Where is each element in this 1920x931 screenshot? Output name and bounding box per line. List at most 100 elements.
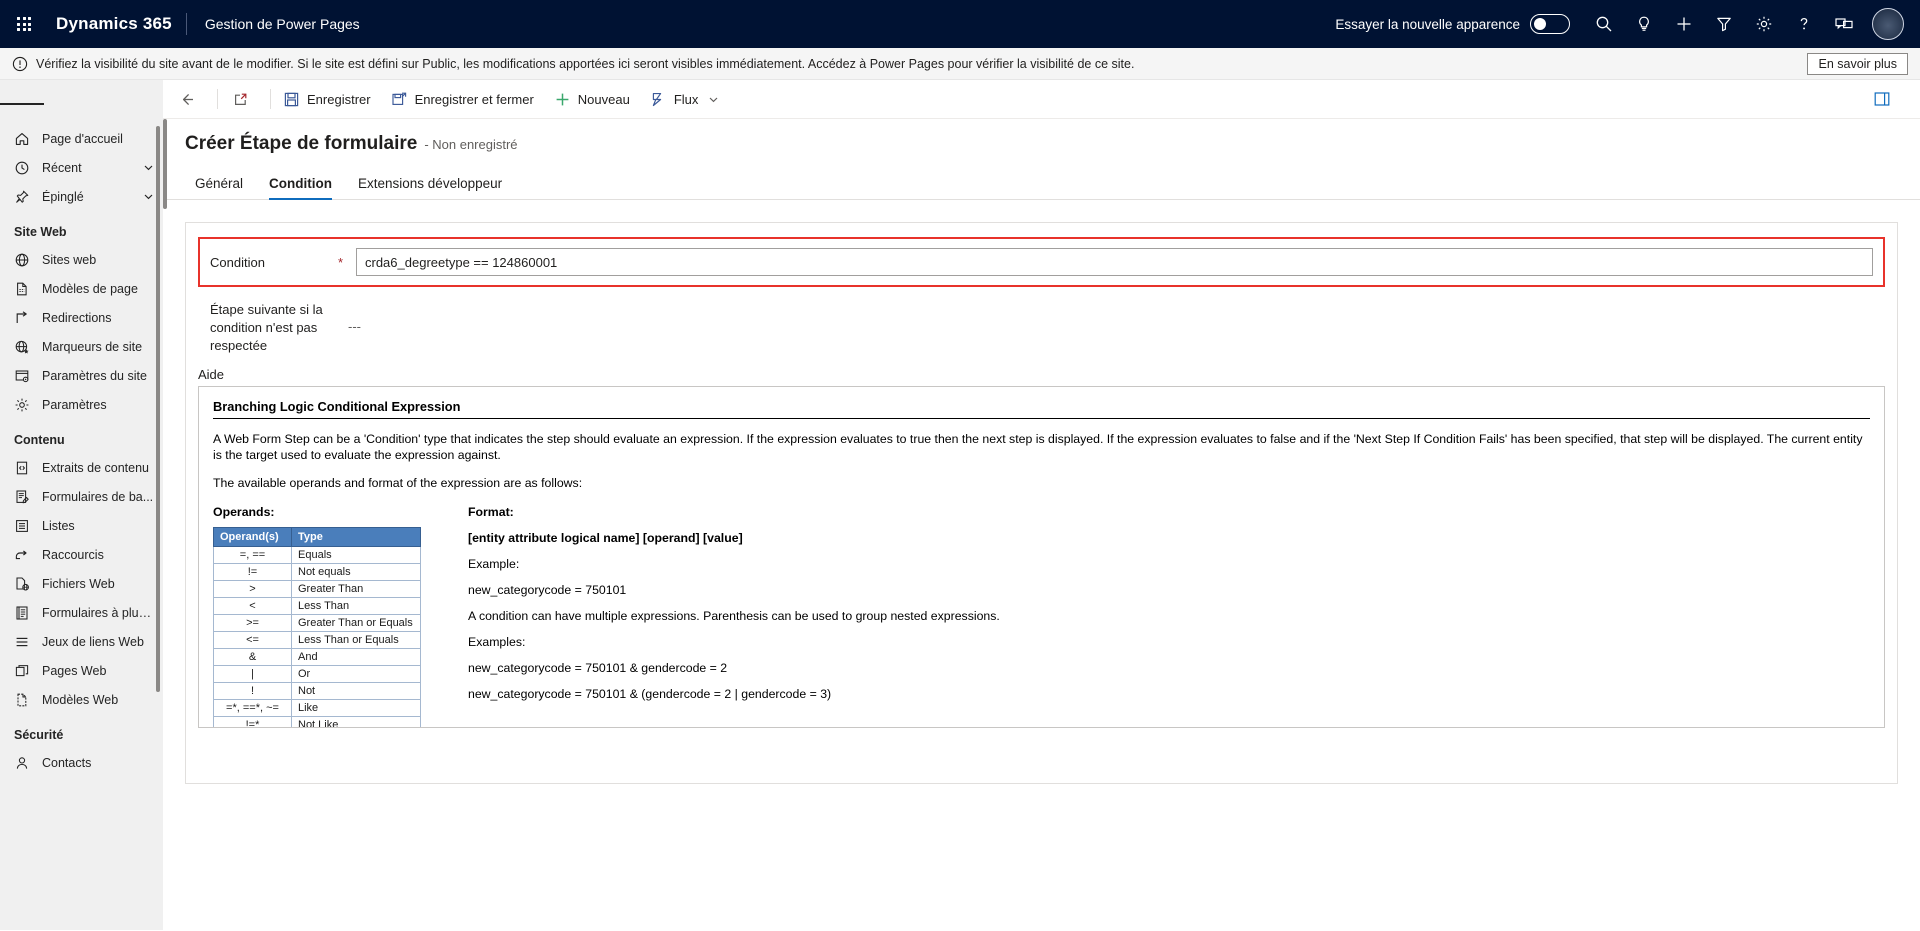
- sidebar-item-modeles-de-page[interactable]: Modèles de page: [0, 274, 163, 303]
- operands-title: Operands:: [213, 505, 275, 519]
- sidebar-group-title-site-web: Site Web: [14, 225, 67, 239]
- cell-type: Not equals: [291, 563, 421, 581]
- sidebar-item-parametres-du-site[interactable]: Paramètres du site: [0, 361, 163, 390]
- command-bar-divider: [217, 89, 218, 109]
- globe-star-icon: [14, 339, 36, 355]
- condition-input[interactable]: [356, 248, 1873, 276]
- cell-operand: !=: [213, 563, 292, 581]
- learn-more-button[interactable]: En savoir plus: [1807, 52, 1908, 75]
- page-title-row: Créer Étape de formulaire - Non enregist…: [163, 119, 1920, 155]
- chevron-down-icon[interactable]: [707, 93, 720, 106]
- back-arrow-icon: [179, 91, 196, 108]
- new-button[interactable]: Nouveau: [544, 80, 640, 119]
- example-3: new_categorycode = 750101 & (gendercode …: [468, 687, 832, 701]
- list-icon: [14, 518, 36, 534]
- sidebar-item-contacts[interactable]: Contacts: [0, 748, 163, 777]
- sidebar-item-sites-web[interactable]: Sites web: [0, 245, 163, 274]
- sidebar-item-label: Contacts: [42, 755, 92, 770]
- sidebar-item-modeles-web[interactable]: Modèles Web: [0, 685, 163, 714]
- tab-extensions-developpeur[interactable]: Extensions développeur: [348, 176, 512, 199]
- table-header-row: Operand(s) Type: [213, 527, 421, 547]
- globe-icon: [14, 252, 36, 268]
- cell-operand: !=*: [213, 716, 292, 727]
- filter-icon[interactable]: [1704, 0, 1744, 48]
- app-name-label[interactable]: Gestion de Power Pages: [187, 16, 360, 32]
- sidebar-item-redirections[interactable]: Redirections: [0, 303, 163, 332]
- sidebar-group-title-securite: Sécurité: [14, 728, 64, 742]
- web-template-icon: [14, 692, 36, 708]
- example-2: new_categorycode = 750101 & gendercode =…: [468, 661, 728, 675]
- sidebar-item-extraits-de-contenu[interactable]: Extraits de contenu: [0, 453, 163, 482]
- web-file-icon: [14, 576, 36, 592]
- sidebar-item-marqueurs-de-site[interactable]: Marqueurs de site: [0, 332, 163, 361]
- help-section-label: Aide: [198, 367, 225, 382]
- lightbulb-icon[interactable]: [1624, 0, 1664, 48]
- flow-button[interactable]: Flux: [640, 80, 731, 119]
- save-and-close-button[interactable]: Enregistrer et fermer: [381, 80, 544, 119]
- gear-icon[interactable]: [1744, 0, 1784, 48]
- sidebar-item-parametres[interactable]: Paramètres: [0, 390, 163, 419]
- sidebar-item-recent[interactable]: Récent: [0, 153, 163, 182]
- sidebar-item-raccourcis[interactable]: Raccourcis: [0, 540, 163, 569]
- cell-operand: |: [213, 665, 292, 683]
- cell-operand: <: [213, 597, 292, 615]
- form-edit-icon: [14, 489, 36, 505]
- plus-icon[interactable]: [1664, 0, 1704, 48]
- sidebar-item-listes[interactable]: Listes: [0, 511, 163, 540]
- col-header-operand: Operand(s): [213, 527, 292, 547]
- sidebar-item-label: Formulaires à plus...: [42, 605, 155, 620]
- next-step-field-row: Étape suivante si la condition n'est pas…: [210, 301, 1885, 355]
- command-bar-right-actions: [1861, 80, 1920, 119]
- sidebar-item-label: Marqueurs de site: [42, 339, 143, 354]
- sidebar-item-formulaires-de-base[interactable]: Formulaires de ba...: [0, 482, 163, 511]
- sidebar-item-jeux-de-liens-web[interactable]: Jeux de liens Web: [0, 627, 163, 656]
- cell-type: Not: [291, 682, 421, 700]
- condition-field-label: Condition: [210, 254, 265, 270]
- help-question-icon[interactable]: [1784, 0, 1824, 48]
- operands-column: Operands: Operand(s) Type =, == Equals !…: [213, 505, 468, 727]
- back-button[interactable]: [167, 80, 215, 119]
- sidebar-item-pages-web[interactable]: Pages Web: [0, 656, 163, 685]
- cell-type: Or: [291, 665, 421, 683]
- main-content-area: Enregistrer Enregistrer et fermer Nouvea…: [163, 80, 1920, 930]
- site-map-toggle[interactable]: [0, 84, 45, 124]
- new-look-toggle[interactable]: [1530, 14, 1570, 34]
- cell-type: Greater Than or Equals: [291, 614, 421, 632]
- cell-type: Greater Than: [291, 580, 421, 598]
- form-area: Créer Étape de formulaire - Non enregist…: [163, 119, 1920, 929]
- cell-operand: <=: [213, 631, 292, 649]
- sidebar-item-pinned[interactable]: Épinglé: [0, 182, 163, 211]
- help-panel: Branching Logic Conditional Expression A…: [198, 386, 1885, 728]
- warning-circle-icon: [12, 56, 28, 72]
- format-column: Format: [entity attribute logical name] …: [468, 505, 1870, 727]
- open-in-new-window-button[interactable]: [220, 80, 268, 119]
- top-navigation-actions: Essayer la nouvelle apparence: [1335, 0, 1920, 48]
- form-scrollbar[interactable]: [163, 119, 167, 209]
- chevron-down-icon[interactable]: [142, 190, 155, 203]
- side-panel-button[interactable]: [1861, 80, 1910, 119]
- sidebar-item-formulaires-a-plusieurs-etapes[interactable]: Formulaires à plus...: [0, 598, 163, 627]
- feedback-chat-icon[interactable]: [1824, 0, 1864, 48]
- cell-operand: >=: [213, 614, 292, 632]
- app-launcher-icon[interactable]: [0, 0, 48, 48]
- help-paragraph-1: A Web Form Step can be a 'Condition' typ…: [213, 432, 1863, 462]
- tab-general[interactable]: Général: [185, 176, 253, 199]
- sidebar-scrollbar[interactable]: [156, 126, 160, 692]
- sidebar-item-label: Fichiers Web: [42, 576, 115, 591]
- new-button-label: Nouveau: [577, 91, 630, 107]
- clock-icon: [14, 160, 36, 176]
- sidebar-item-fichiers-web[interactable]: Fichiers Web: [0, 569, 163, 598]
- chevron-down-icon[interactable]: [142, 161, 155, 174]
- format-spec: [entity attribute logical name] [operand…: [468, 531, 743, 545]
- table-row: <= Less Than or Equals: [213, 631, 421, 649]
- brand-dynamics365[interactable]: Dynamics 365: [48, 14, 186, 34]
- search-icon[interactable]: [1584, 0, 1624, 48]
- flow-button-label: Flux: [673, 91, 699, 107]
- plus-icon: [554, 91, 571, 108]
- save-button[interactable]: Enregistrer: [273, 80, 381, 119]
- next-step-value[interactable]: ---: [330, 301, 361, 334]
- user-avatar[interactable]: [1872, 8, 1904, 40]
- sidebar-item-home[interactable]: Page d'accueil: [0, 124, 163, 153]
- sidebar-item-label: Paramètres: [42, 397, 107, 412]
- tab-condition[interactable]: Condition: [259, 176, 342, 200]
